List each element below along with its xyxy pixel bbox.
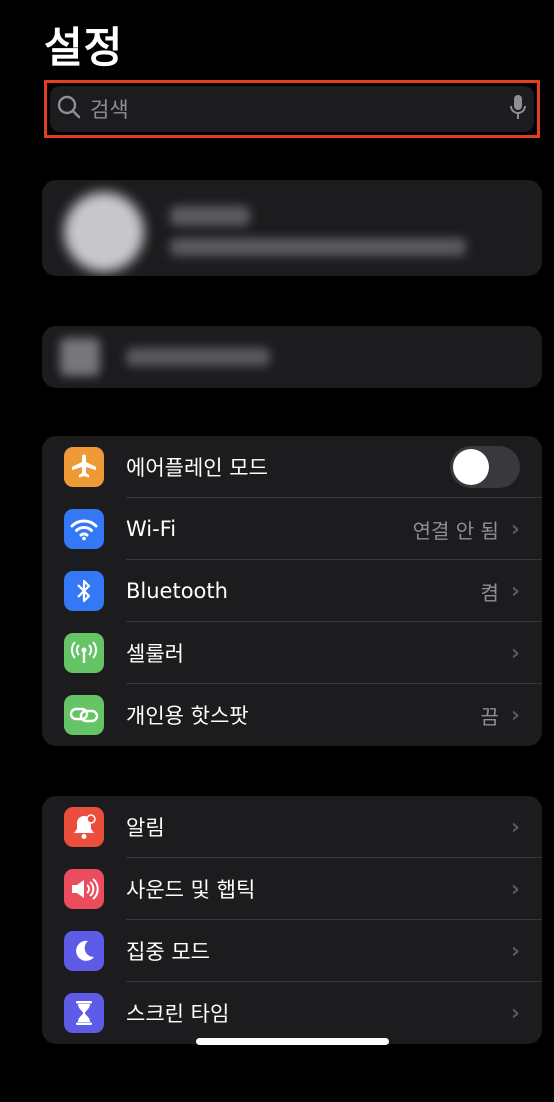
row-label: 사운드 및 햅틱	[126, 878, 256, 902]
row-value: 연결 안 됨	[412, 518, 499, 543]
cellular-icon	[64, 633, 104, 673]
avatar	[64, 192, 144, 272]
microphone-icon[interactable]	[508, 93, 528, 125]
chevron-right-icon: ›	[510, 814, 520, 840]
bluetooth-icon	[64, 571, 104, 611]
search-placeholder: 검색	[90, 98, 129, 122]
row-focus[interactable]: 집중 모드 ›	[42, 920, 542, 982]
bell-icon	[64, 807, 104, 847]
redacted-icon	[60, 338, 100, 376]
home-indicator[interactable]	[196, 1038, 389, 1045]
search-field[interactable]: 검색	[50, 86, 534, 132]
wifi-icon	[64, 509, 104, 549]
airplane-mode-toggle[interactable]	[450, 446, 520, 488]
chevron-right-icon: ›	[510, 702, 520, 728]
chevron-right-icon: ›	[510, 578, 520, 604]
row-screen-time[interactable]: 스크린 타임 ›	[42, 982, 542, 1044]
chevron-right-icon: ›	[510, 516, 520, 542]
search-icon	[56, 94, 82, 124]
row-personal-hotspot[interactable]: 개인용 핫스팟 끔 ›	[42, 684, 542, 746]
moon-icon	[64, 931, 104, 971]
row-label: 개인용 핫스팟	[126, 704, 249, 728]
toggle-knob	[453, 449, 489, 485]
row-sounds-haptics[interactable]: 사운드 및 햅틱 ›	[42, 858, 542, 920]
notifications-group: 알림 › 사운드 및 햅틱 › 집중 모드 › 스크린 타임 ›	[42, 796, 542, 1044]
row-label: 집중 모드	[126, 940, 210, 964]
account-name-redacted	[170, 206, 250, 226]
chevron-right-icon: ›	[510, 640, 520, 666]
connectivity-group: 에어플레인 모드 Wi-Fi 연결 안 됨 › Bluetooth 켬 › 셀룰…	[42, 436, 542, 746]
redacted-label	[126, 348, 270, 366]
speaker-icon	[64, 869, 104, 909]
airplane-icon	[64, 447, 104, 487]
row-label: Wi-Fi	[126, 517, 177, 541]
row-wifi[interactable]: Wi-Fi 연결 안 됨 ›	[42, 498, 542, 560]
row-airplane-mode: 에어플레인 모드	[42, 436, 542, 498]
chevron-right-icon: ›	[510, 1000, 520, 1026]
row-bluetooth[interactable]: Bluetooth 켬 ›	[42, 560, 542, 622]
row-value: 끔	[480, 704, 499, 729]
row-label: 스크린 타임	[126, 1002, 230, 1026]
row-label: Bluetooth	[126, 579, 228, 603]
row-notifications[interactable]: 알림 ›	[42, 796, 542, 858]
hotspot-icon	[64, 695, 104, 735]
chevron-right-icon: ›	[510, 938, 520, 964]
row-label: 셀룰러	[126, 642, 184, 666]
hourglass-icon	[64, 993, 104, 1033]
account-subtitle-redacted	[170, 238, 466, 256]
apple-account-card[interactable]	[42, 180, 542, 276]
row-label: 알림	[126, 816, 165, 840]
row-value: 켬	[480, 580, 499, 605]
chevron-right-icon: ›	[510, 876, 520, 902]
row-label: 에어플레인 모드	[126, 456, 268, 480]
row-cellular[interactable]: 셀룰러 ›	[42, 622, 542, 684]
redacted-card[interactable]	[42, 326, 542, 388]
page-title: 설정	[44, 23, 124, 72]
search-highlight: 검색	[44, 80, 540, 138]
